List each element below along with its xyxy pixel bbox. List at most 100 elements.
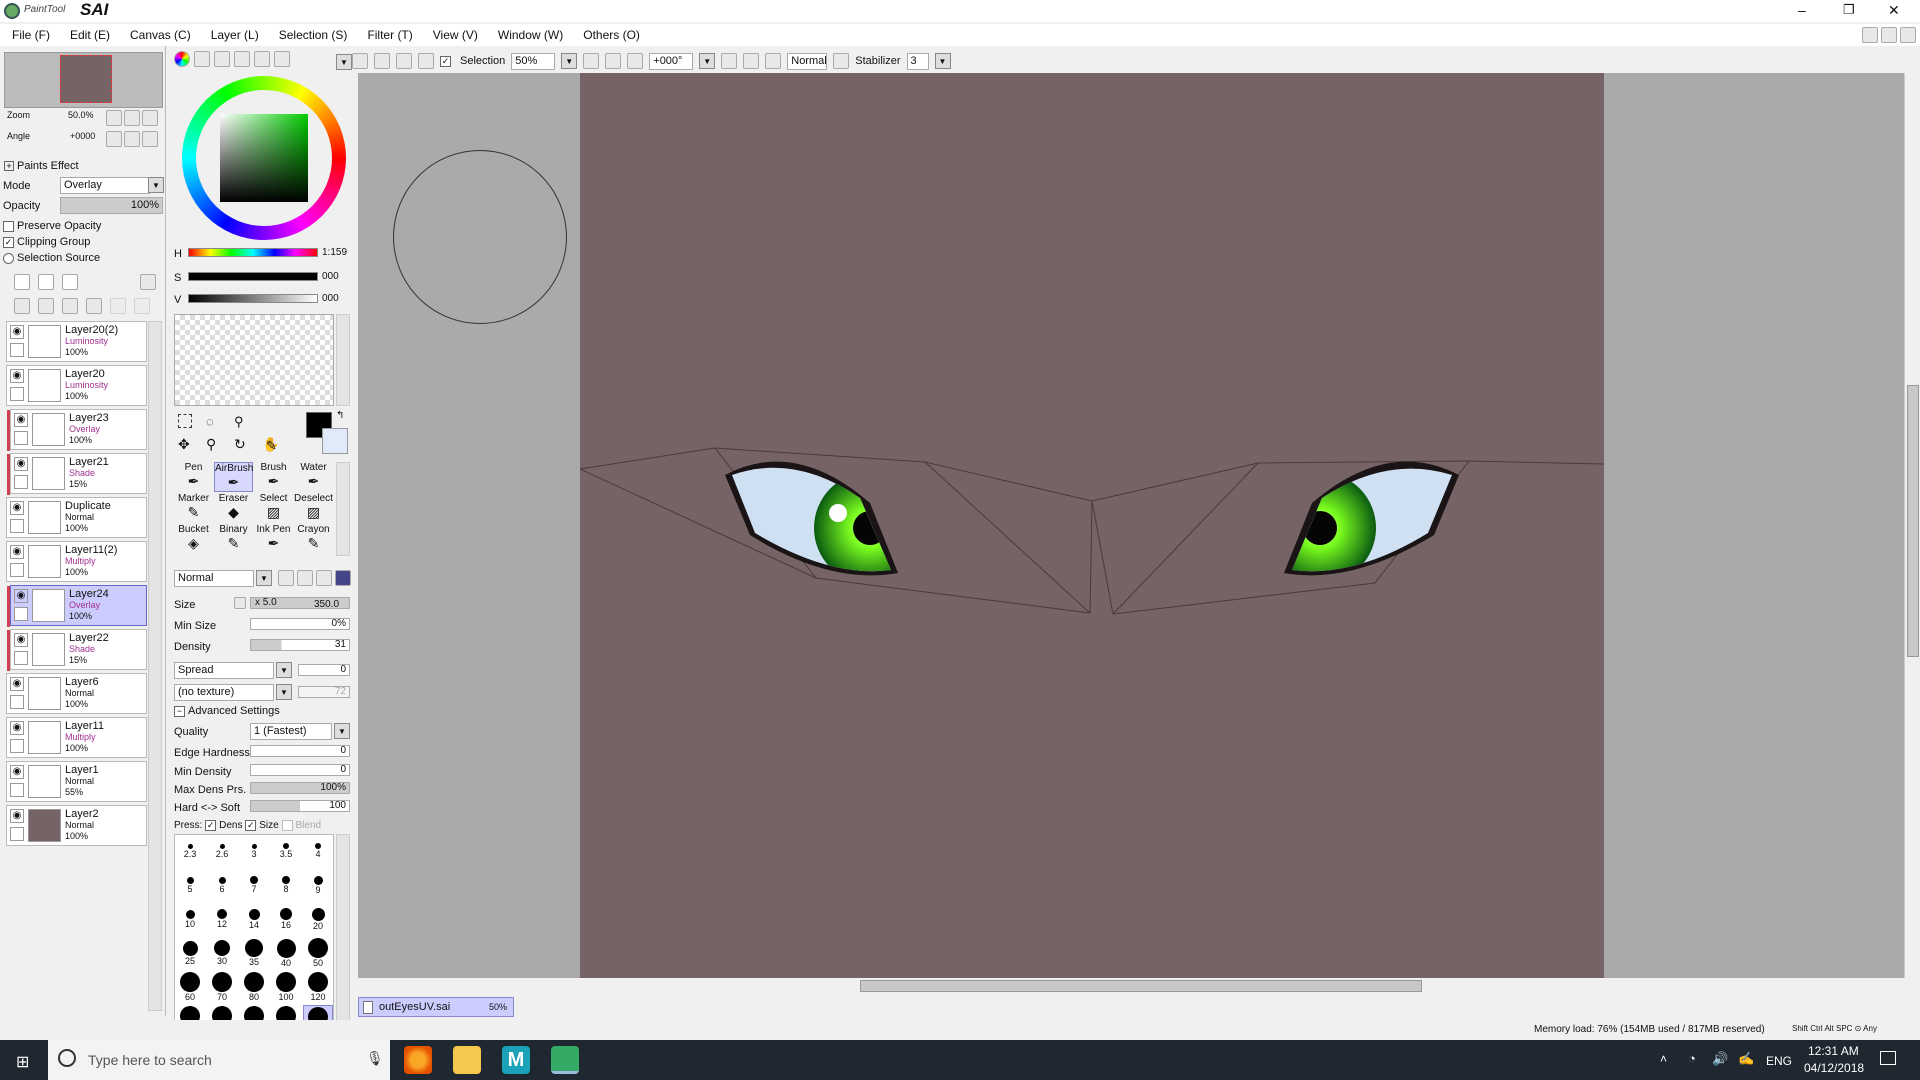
paints-effect-icon[interactable]: +: [4, 161, 14, 171]
minimize-button[interactable]: –: [1798, 2, 1806, 18]
file-explorer-icon[interactable]: [453, 1046, 481, 1074]
edge-hardness-slider[interactable]: 0: [250, 745, 350, 757]
eye-icon[interactable]: ◉: [10, 325, 24, 339]
quality-select[interactable]: 1 (Fastest): [250, 723, 332, 740]
brush-size-preset[interactable]: 80: [239, 971, 269, 1003]
menu-file[interactable]: File (F): [12, 28, 50, 42]
scratchpad-tab[interactable]: [254, 51, 270, 67]
horizontal-scrollbar[interactable]: [358, 978, 1906, 994]
hard-soft-slider[interactable]: 100: [250, 800, 350, 812]
zoom-value[interactable]: 50.0%: [68, 110, 94, 120]
blend-mode-dropdown[interactable]: ▼: [256, 570, 272, 586]
brush-size-preset[interactable]: 25: [175, 937, 205, 969]
zoom-field[interactable]: 50%: [511, 52, 556, 70]
new-linework-layer-icon[interactable]: [38, 274, 54, 290]
lasso-icon[interactable]: ◌: [206, 414, 228, 430]
tool-binary[interactable]: Binary ✎: [214, 524, 253, 554]
firefox-icon[interactable]: [404, 1046, 432, 1074]
merge-down-icon[interactable]: [38, 298, 54, 314]
menu-filter[interactable]: Filter (T): [367, 28, 412, 42]
brush-size-preset[interactable]: 4: [303, 835, 333, 867]
max-dens-slider[interactable]: 100%: [250, 782, 350, 794]
paints-effect-header[interactable]: Paints Effect: [17, 160, 79, 172]
rotate-left-button[interactable]: [721, 53, 738, 69]
layer-item[interactable]: ◉ Layer6 Normal 100%: [6, 673, 147, 714]
doc-window-controls[interactable]: [1862, 27, 1916, 43]
layer-item[interactable]: ◉ Layer20 Luminosity 100%: [6, 365, 147, 406]
selection-source-checkbox[interactable]: [3, 252, 14, 264]
brush-size-preset[interactable]: 6: [207, 869, 237, 901]
brush-size-preset[interactable]: 7: [239, 869, 269, 901]
spread-select[interactable]: Spread: [174, 662, 274, 679]
layer-mask-icon[interactable]: [140, 274, 156, 290]
brush-size-preset[interactable]: 3: [239, 835, 269, 867]
density-slider[interactable]: 31: [250, 639, 350, 651]
menu-view[interactable]: View (V): [433, 28, 478, 42]
document-tab[interactable]: outEyesUV.sai 50%: [358, 997, 514, 1017]
stabilizer-field[interactable]: 3: [906, 52, 929, 70]
brush-size-preset[interactable]: 16: [271, 903, 301, 935]
tray-chevron-icon[interactable]: ˄: [1660, 1052, 1667, 1066]
saturation-slider[interactable]: [188, 272, 318, 281]
taskbar-search[interactable]: Type here to search 🎙: [48, 1040, 390, 1080]
rotate-reset-button[interactable]: [765, 53, 782, 69]
undo-button[interactable]: [352, 53, 368, 69]
network-icon[interactable]: ◔: [1688, 1051, 1696, 1066]
opacity-slider[interactable]: 100%: [60, 197, 163, 214]
rect-select-icon[interactable]: [178, 414, 192, 428]
menu-others[interactable]: Others (O): [583, 28, 640, 42]
tool-eraser[interactable]: Eraser ◆: [214, 493, 253, 523]
brush-size-preset[interactable]: 3.5: [271, 835, 301, 867]
layer-item[interactable]: ◉ Layer22 Shade 15%: [7, 629, 147, 671]
pen-icon[interactable]: ✍: [1738, 1051, 1754, 1067]
eye-icon[interactable]: ◉: [14, 457, 28, 471]
canvas-area[interactable]: [358, 73, 1906, 980]
view-mode-field[interactable]: Normal: [787, 52, 828, 70]
menu-selection[interactable]: Selection (S): [279, 28, 348, 42]
brush-size-preset[interactable]: 40: [271, 937, 301, 969]
menu-layer[interactable]: Layer (L): [211, 28, 259, 42]
mode-select[interactable]: Overlay: [60, 177, 150, 194]
flip-button[interactable]: [833, 53, 850, 69]
tool-airbrush[interactable]: AirBrush ✒: [214, 462, 253, 492]
mode-dropdown-icon[interactable]: ▼: [148, 177, 164, 193]
value-slider[interactable]: [188, 294, 318, 303]
sai-icon[interactable]: [551, 1046, 579, 1074]
swatch-scrollbar[interactable]: [336, 314, 350, 406]
magic-wand-icon[interactable]: ⚲: [234, 414, 256, 430]
stabilizer-dropdown[interactable]: ▼: [934, 53, 951, 69]
windows-start-icon[interactable]: ⊞: [16, 1052, 29, 1072]
eye-icon[interactable]: ◉: [14, 589, 28, 603]
advanced-settings-header[interactable]: − Advanced Settings: [174, 705, 280, 717]
eye-icon[interactable]: ◉: [14, 633, 28, 647]
layer-item[interactable]: ◉ Layer21 Shade 15%: [7, 453, 147, 495]
sv-square[interactable]: [220, 114, 308, 202]
menu-edit[interactable]: Edit (E): [70, 28, 110, 42]
brush-size-preset[interactable]: 100: [271, 971, 301, 1003]
eye-icon[interactable]: ◉: [14, 413, 28, 427]
layer-item[interactable]: ◉ Duplicate Normal 100%: [6, 497, 147, 538]
tool-grid-scrollbar[interactable]: [336, 462, 350, 556]
deselect-button[interactable]: [396, 53, 412, 69]
min-size-slider[interactable]: 0%: [250, 618, 350, 630]
brush-size-preset[interactable]: 10: [175, 903, 205, 935]
volume-icon[interactable]: 🔊: [1712, 1051, 1728, 1067]
brush-size-preset[interactable]: 20: [303, 903, 333, 935]
brush-size-preset[interactable]: 60: [175, 971, 205, 1003]
selection-checkbox[interactable]: ✓: [440, 55, 451, 67]
tool-deselect[interactable]: Deselect ▨: [294, 493, 333, 523]
tool-water[interactable]: Water ✒: [294, 462, 333, 492]
angle-value[interactable]: +0000: [70, 131, 95, 141]
texture-dropdown[interactable]: ▼: [276, 684, 292, 700]
spread-dropdown[interactable]: ▼: [276, 662, 292, 678]
menu-window[interactable]: Window (W): [498, 28, 563, 42]
new-folder-icon[interactable]: [62, 274, 78, 290]
rotate-right-button[interactable]: [743, 53, 760, 69]
layer-item[interactable]: ◉ Layer20(2) Luminosity 100%: [6, 321, 147, 362]
spread-value[interactable]: 0: [298, 664, 350, 676]
angle-dropdown[interactable]: ▼: [699, 53, 716, 69]
color-wheel-tab[interactable]: [174, 51, 190, 67]
brush-size-preset[interactable]: 14: [239, 903, 269, 935]
language-indicator[interactable]: ENG: [1766, 1054, 1792, 1068]
move-icon[interactable]: ✥: [178, 436, 200, 453]
